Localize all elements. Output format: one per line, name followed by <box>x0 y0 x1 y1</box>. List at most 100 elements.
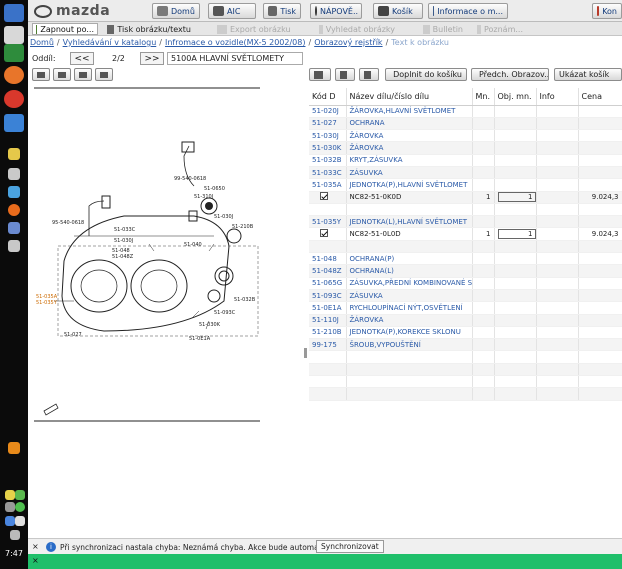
parts-table-row[interactable]: NC82-51-0K0D 1 1 9.024,3 <box>309 191 622 204</box>
part-code-cell[interactable]: 51-210B <box>309 326 347 340</box>
headlamp-exploded-diagram[interactable]: 99-540-0618 51-0650 51-310J 51-030J 51-2… <box>34 86 260 426</box>
zoom-100-icon[interactable] <box>74 68 92 81</box>
part-code-cell[interactable]: 51-0E1A <box>309 301 347 315</box>
part-code-cell[interactable]: 51-048 <box>309 252 347 266</box>
parts-table-row[interactable] <box>309 240 622 254</box>
nav-exit-button[interactable]: Kon <box>592 3 622 19</box>
part-name-cell[interactable]: ŠROUB,VYPOUŠTĚNÍ <box>346 338 473 352</box>
part-code-cell[interactable] <box>309 375 347 389</box>
parts-table-row[interactable]: 51-093C ZÁSUVKA <box>309 289 622 303</box>
part-name-cell[interactable]: ŽÁROVKA,HLAVNÍ SVĚTLOMET <box>346 105 473 118</box>
nav-vehicle-info-button[interactable]: Informace o m... <box>428 3 508 19</box>
tray-flag-icon[interactable] <box>10 530 20 540</box>
part-name-cell[interactable]: OCHRANA(P) <box>346 252 473 266</box>
part-code-cell[interactable]: 51-035Y <box>309 215 347 229</box>
tab-notes[interactable]: Poznám... <box>474 23 526 35</box>
parts-table-row[interactable]: 51-027 OCHRANA <box>309 117 622 131</box>
tab-enable[interactable]: Zapnout po... <box>32 23 98 35</box>
part-name-cell[interactable] <box>346 350 473 364</box>
order-quantity-input[interactable]: 1 <box>497 229 535 240</box>
flashlight-icon[interactable] <box>335 68 355 81</box>
part-name-cell[interactable] <box>346 387 473 401</box>
col-order-qty-header[interactable]: Obj. mn. <box>494 88 537 106</box>
part-code-cell[interactable]: 51-033C <box>309 166 347 180</box>
tray-network-icon[interactable] <box>5 502 15 512</box>
gear-icon[interactable] <box>8 168 20 180</box>
parts-table-row[interactable]: 99-175 ŠROUB,VYPOUŠTĚNÍ <box>309 338 622 352</box>
parts-table-row[interactable]: 51-035Y JEDNOTKA(L),HLAVNÍ SVĚTLOMET <box>309 215 622 229</box>
next-section-button[interactable]: >> <box>140 52 164 65</box>
disk-icon[interactable] <box>8 222 20 234</box>
col-code-header[interactable]: Kód D <box>309 88 347 106</box>
prev-image-button[interactable]: Předch. Obrazov... <box>471 68 549 81</box>
parts-table-row[interactable]: 51-110J ŽÁROVKA <box>309 314 622 327</box>
parts-table-row[interactable]: 51-065G ZÁSUVKA,PŘEDNÍ KOMBINOVANÉ SV. <box>309 277 622 290</box>
part-code-cell[interactable]: 99-175 <box>309 338 347 352</box>
nav-aic-button[interactable]: AIC <box>208 3 256 19</box>
part-name-cell[interactable] <box>346 240 473 254</box>
parts-table-row[interactable]: 51-210B JEDNOTKA(P),KOREKCE SKLONU <box>309 326 622 340</box>
nav-home-button[interactable]: Domů <box>152 3 200 19</box>
tab-bulletin[interactable]: Bulletin <box>420 23 466 35</box>
add-to-cart-button[interactable]: Doplnit do košíku <box>385 68 467 81</box>
order-quantity-input[interactable]: 1 <box>497 192 535 203</box>
part-name-cell[interactable]: ZÁSUVKA <box>346 289 473 303</box>
tab-export-image[interactable]: Export obrázku <box>214 23 294 35</box>
col-name-header[interactable]: Název dílu/číslo dílu <box>346 88 473 106</box>
pan-icon[interactable] <box>53 68 71 81</box>
part-name-cell[interactable] <box>346 375 473 389</box>
document-icon[interactable] <box>4 26 24 44</box>
select-part-checkbox[interactable] <box>320 192 328 201</box>
notification-close-button[interactable]: × <box>32 542 39 551</box>
nav-cart-button[interactable]: Košík <box>373 3 423 19</box>
part-code-cell[interactable]: 51-093C <box>309 289 347 303</box>
network-icon[interactable] <box>8 186 20 198</box>
part-name-cell[interactable]: OCHRANA(L) <box>346 264 473 278</box>
strip-close-button[interactable]: × <box>32 556 39 565</box>
tray-green-icon[interactable] <box>15 490 25 500</box>
tray-icon[interactable] <box>8 442 20 454</box>
part-name-cell[interactable]: ŽÁROVKA <box>346 141 473 155</box>
tray-speaker-icon[interactable] <box>15 516 25 526</box>
part-code-cell[interactable] <box>309 227 347 241</box>
part-code-cell[interactable]: 51-020J <box>309 105 347 118</box>
window-icon[interactable] <box>4 4 24 22</box>
part-name-cell[interactable]: JEDNOTKA(L),HLAVNÍ SVĚTLOMET <box>346 215 473 229</box>
part-code-cell[interactable]: 51-030J <box>309 129 347 143</box>
part-name-cell[interactable]: JEDNOTKA(P),KOREKCE SKLONU <box>346 326 473 340</box>
part-name-cell[interactable]: KRYT,ZÁSUVKA <box>346 154 473 167</box>
tab-search-images[interactable]: Vyhledat obrázky <box>316 23 398 35</box>
breadcrumb-vehicle-info[interactable]: Infromace o vozidle(MX-5 2002/08) <box>165 38 306 47</box>
parts-table-row[interactable]: NC82-51-0L0D 1 1 9.024,3 <box>309 227 622 241</box>
parts-table-row[interactable] <box>309 203 622 217</box>
callout-label-highlight[interactable]: 51-035Y <box>36 300 58 306</box>
part-code-cell[interactable]: 51-030K <box>309 141 347 155</box>
part-name-cell[interactable]: RYCHLOUPÍNACÍ NÝT,OSVĚTLENÍ <box>346 301 473 315</box>
fit-view-icon[interactable] <box>32 68 50 81</box>
part-name-cell[interactable] <box>346 203 473 217</box>
tray-bluetooth-icon[interactable] <box>5 516 15 526</box>
parts-table-row[interactable]: 51-048 OCHRANA(P) <box>309 252 622 266</box>
tray-folder-icon[interactable] <box>5 490 15 500</box>
parts-table-row[interactable]: 51-033C ZÁSUVKA <box>309 166 622 180</box>
chrome-icon[interactable] <box>4 90 24 108</box>
parts-table-row[interactable] <box>309 375 622 389</box>
select-part-checkbox[interactable] <box>320 229 328 238</box>
synchronize-button[interactable]: Synchronizovat <box>316 540 384 553</box>
part-code-cell[interactable] <box>309 191 347 204</box>
parts-table-row[interactable]: 51-030K ŽÁROVKA <box>309 141 622 155</box>
parts-table-row[interactable]: 51-048Z OCHRANA(L) <box>309 264 622 278</box>
part-code-cell[interactable] <box>309 387 347 401</box>
clock[interactable]: 7:47 <box>2 549 26 558</box>
tool-icon[interactable] <box>8 240 20 252</box>
firefox-icon[interactable] <box>4 66 24 84</box>
part-name-cell[interactable] <box>346 363 473 377</box>
spreadsheet-icon[interactable] <box>4 44 24 62</box>
breadcrumb-catalog-search[interactable]: Vyhledávání v katalogu <box>63 38 157 47</box>
breadcrumb-home[interactable]: Domů <box>30 38 54 47</box>
note-icon[interactable] <box>359 68 379 81</box>
part-name-cell[interactable]: OCHRANA <box>346 117 473 131</box>
part-code-cell[interactable] <box>309 363 347 377</box>
part-name-cell[interactable]: ŽÁROVKA <box>346 129 473 143</box>
part-code-cell[interactable]: 51-110J <box>309 314 347 327</box>
